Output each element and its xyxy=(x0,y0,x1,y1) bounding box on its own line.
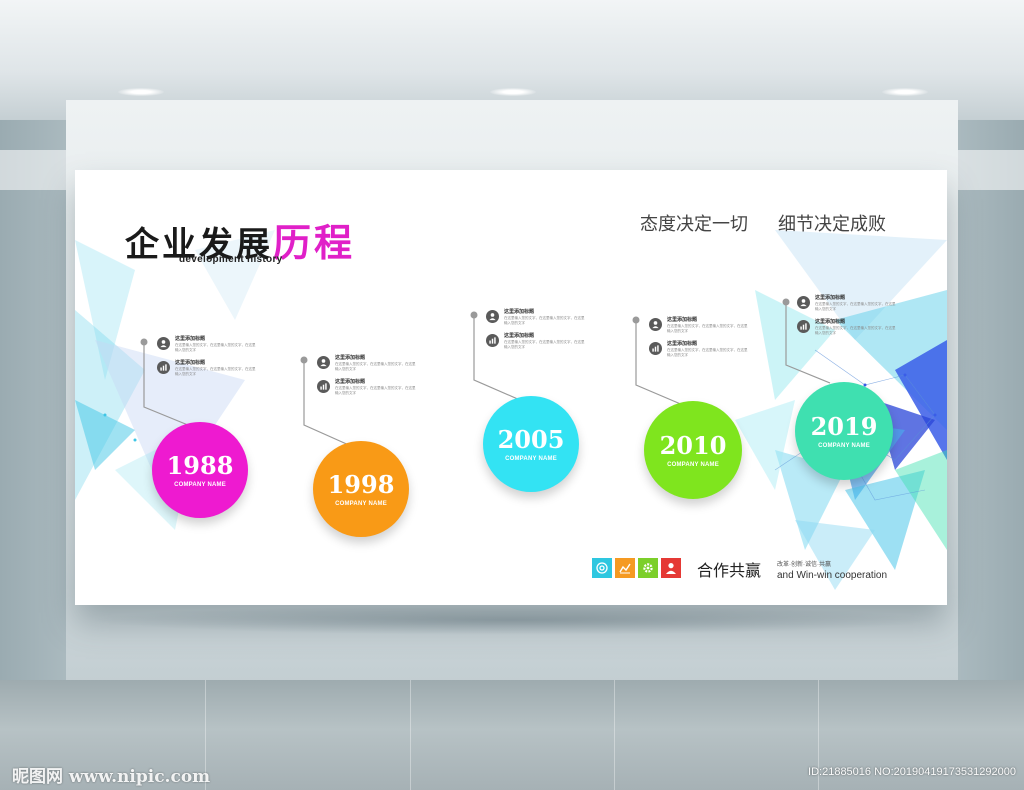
floor-seam xyxy=(614,680,615,790)
info-text: 在这里输入您的文字，在这里输入您的文字，在这里输入您的文字 xyxy=(667,324,748,333)
info-text: 在这里输入您的文字，在这里输入您的文字，在这里输入您的文字 xyxy=(504,340,585,349)
info-text: 在这里输入您的文字，在这里输入您的文字，在这里输入您的文字 xyxy=(335,386,416,395)
info-text: 在这里输入您的文字，在这里输入您的文字，在这里输入您的文字 xyxy=(175,367,256,376)
year-circle-1998: 1998 COMPANY NAME xyxy=(313,441,409,537)
user-icon xyxy=(486,310,499,323)
info-title: 这里添加标题 xyxy=(667,317,698,323)
user-icon xyxy=(317,356,330,369)
chart-icon xyxy=(797,320,810,333)
user-icon xyxy=(661,558,681,578)
info-title: 这里添加标题 xyxy=(175,360,206,366)
gear-icon xyxy=(638,558,658,578)
company-name: COMPANY NAME xyxy=(174,481,226,488)
year-label: 2005 xyxy=(497,424,565,454)
milestone-info-1998: 这里添加标题 在这里输入您的文字，在这里输入您的文字，在这里输入您的文字 这里添加… xyxy=(317,355,417,403)
year-label: 2019 xyxy=(810,411,878,441)
watermark-left: 昵图网 www.nipic.com xyxy=(12,767,211,787)
user-icon xyxy=(649,318,662,331)
company-name: COMPANY NAME xyxy=(818,442,870,449)
timeline-connectors xyxy=(140,298,831,451)
board-shadow xyxy=(90,605,932,635)
year-label: 2010 xyxy=(659,430,727,460)
info-title: 这里添加标题 xyxy=(504,333,535,339)
floor-seam xyxy=(410,680,411,790)
user-icon xyxy=(157,337,170,350)
info-text: 在这里输入您的文字，在这里输入您的文字，在这里输入您的文字 xyxy=(815,302,896,311)
info-title: 这里添加标题 xyxy=(335,379,366,385)
chart-icon xyxy=(317,380,330,393)
ceiling-light xyxy=(882,88,928,96)
year-circle-1988: 1988 COMPANY NAME xyxy=(152,422,248,518)
year-circle-2019: 2019 COMPANY NAME xyxy=(795,382,893,480)
info-item: 这里添加标题 在这里输入您的文字，在这里输入您的文字，在这里输入您的文字 xyxy=(486,333,586,349)
timeline-board: 企业发展历程 development history 态度决定一切 细节决定成败 … xyxy=(75,170,947,605)
info-text: 在这里输入您的文字，在这里输入您的文字，在这里输入您的文字 xyxy=(175,343,256,352)
info-item: 这里添加标题 在这里输入您的文字，在这里输入您的文字，在这里输入您的文字 xyxy=(157,336,257,352)
info-item: 这里添加标题 在这里输入您的文字，在这里输入您的文字，在这里输入您的文字 xyxy=(157,360,257,376)
milestone-info-2005: 这里添加标题 在这里输入您的文字，在这里输入您的文字，在这里输入您的文字 这里添加… xyxy=(486,309,586,357)
info-title: 这里添加标题 xyxy=(335,355,366,361)
milestone-info-2010: 这里添加标题 在这里输入您的文字，在这里输入您的文字，在这里输入您的文字 这里添加… xyxy=(649,317,749,365)
info-title: 这里添加标题 xyxy=(667,341,698,347)
info-item: 这里添加标题 在这里输入您的文字，在这里输入您的文字，在这里输入您的文字 xyxy=(317,355,417,371)
slogan-values: 改革·创新·诚信·共赢 xyxy=(777,562,831,568)
year-circle-2005: 2005 COMPANY NAME xyxy=(483,396,579,492)
info-item: 这里添加标题 在这里输入您的文字，在这里输入您的文字，在这里输入您的文字 xyxy=(486,309,586,325)
side-light xyxy=(0,150,70,190)
watermark-right: ID:21885016 NO:20190419173531292000 xyxy=(808,766,1016,778)
year-label: 1988 xyxy=(166,450,234,480)
info-text: 在这里输入您的文字，在这里输入您的文字，在这里输入您的文字 xyxy=(815,326,896,335)
company-name: COMPANY NAME xyxy=(335,500,387,507)
milestone-info-1988: 这里添加标题 在这里输入您的文字，在这里输入您的文字，在这里输入您的文字 这里添加… xyxy=(157,336,257,384)
info-item: 这里添加标题 在这里输入您的文字，在这里输入您的文字，在这里输入您的文字 xyxy=(649,317,749,333)
company-name: COMPANY NAME xyxy=(505,455,557,462)
chart-icon xyxy=(486,334,499,347)
chart-icon xyxy=(157,361,170,374)
year-circle-2010: 2010 COMPANY NAME xyxy=(644,401,742,499)
info-text: 在这里输入您的文字，在这里输入您的文字，在这里输入您的文字 xyxy=(667,348,748,357)
chart-icon xyxy=(615,558,635,578)
info-title: 这里添加标题 xyxy=(815,295,846,301)
info-item: 这里添加标题 在这里输入您的文字，在这里输入您的文字，在这里输入您的文字 xyxy=(649,341,749,357)
badge-row xyxy=(592,558,681,578)
chart-icon xyxy=(649,342,662,355)
info-title: 这里添加标题 xyxy=(504,309,535,315)
info-title: 这里添加标题 xyxy=(815,319,846,325)
ceiling-light xyxy=(490,88,536,96)
info-title: 这里添加标题 xyxy=(175,336,206,342)
side-light xyxy=(954,150,1024,190)
company-name: COMPANY NAME xyxy=(667,461,719,468)
at-icon xyxy=(592,558,612,578)
info-text: 在这里输入您的文字，在这里输入您的文字，在这里输入您的文字 xyxy=(335,362,416,371)
ceiling-light xyxy=(118,88,164,96)
user-icon xyxy=(797,296,810,309)
year-label: 1998 xyxy=(327,469,395,499)
slogan: 合作共赢 xyxy=(697,561,762,580)
info-text: 在这里输入您的文字，在这里输入您的文字，在这里输入您的文字 xyxy=(504,316,585,325)
slogan-english: and Win-win cooperation xyxy=(777,570,888,581)
milestone-info-2019: 这里添加标题 在这里输入您的文字，在这里输入您的文字，在这里输入您的文字 这里添加… xyxy=(797,295,897,343)
info-item: 这里添加标题 在这里输入您的文字，在这里输入您的文字，在这里输入您的文字 xyxy=(797,295,897,311)
info-item: 这里添加标题 在这里输入您的文字，在这里输入您的文字，在这里输入您的文字 xyxy=(317,379,417,395)
info-item: 这里添加标题 在这里输入您的文字，在这里输入您的文字，在这里输入您的文字 xyxy=(797,319,897,335)
